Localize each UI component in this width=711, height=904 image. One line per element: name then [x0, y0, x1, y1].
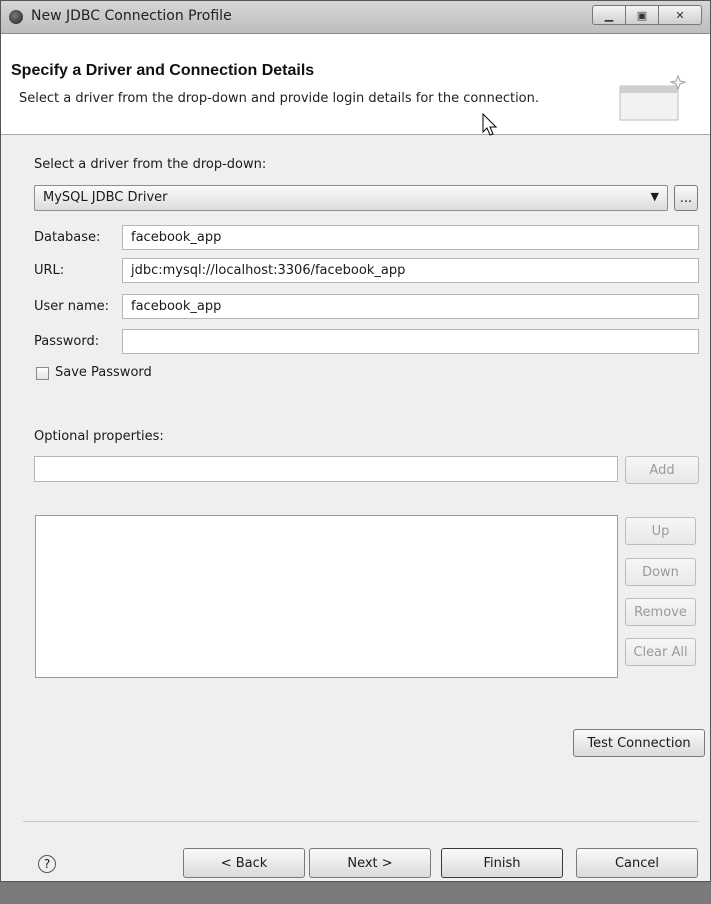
driver-select-label: Select a driver from the drop-down: [34, 157, 267, 172]
save-password-label[interactable]: Save Password [55, 365, 152, 380]
back-button[interactable]: < Back [183, 848, 305, 878]
properties-list[interactable] [35, 515, 618, 678]
username-label: User name: [34, 299, 110, 314]
driver-browse-button[interactable]: ... [674, 185, 698, 211]
banner-description: Select a driver from the drop-down and p… [19, 91, 539, 106]
finish-button[interactable]: Finish [441, 848, 563, 878]
wizard-graphic-icon [619, 74, 687, 121]
wizard-banner: Specify a Driver and Connection Details … [1, 34, 710, 136]
up-button[interactable]: Up [625, 517, 696, 545]
optional-property-input[interactable] [34, 456, 618, 482]
database-input[interactable]: facebook_app [122, 225, 699, 250]
url-input[interactable]: jdbc:mysql://localhost:3306/facebook_app [122, 258, 699, 283]
window-title: New JDBC Connection Profile [31, 8, 232, 24]
add-button[interactable]: Add [625, 456, 699, 484]
footer-separator [23, 821, 699, 822]
next-button[interactable]: Next > [309, 848, 431, 878]
background-window-strip [0, 882, 711, 904]
remove-button[interactable]: Remove [625, 598, 696, 626]
close-icon: ✕ [675, 8, 685, 22]
banner-title: Specify a Driver and Connection Details [11, 62, 315, 79]
password-input[interactable] [122, 329, 699, 354]
minimize-icon: ▁ [604, 8, 614, 22]
down-button[interactable]: Down [625, 558, 696, 586]
chevron-down-icon: ▼ [650, 190, 659, 203]
cancel-button[interactable]: Cancel [576, 848, 698, 878]
title-bar[interactable]: New JDBC Connection Profile ▁ ▣ ✕ [1, 1, 710, 34]
help-icon[interactable]: ? [38, 855, 56, 873]
test-connection-button[interactable]: Test Connection [573, 729, 705, 757]
close-button[interactable]: ✕ [658, 5, 702, 25]
optional-properties-label: Optional properties: [34, 429, 164, 444]
maximize-icon: ▣ [636, 8, 648, 22]
minimize-button[interactable]: ▁ [592, 5, 626, 25]
driver-dropdown-value: MySQL JDBC Driver [43, 190, 168, 205]
dialog-window: New JDBC Connection Profile ▁ ▣ ✕ Specif… [0, 0, 711, 882]
url-label: URL: [34, 263, 65, 278]
password-label: Password: [34, 334, 100, 349]
maximize-button[interactable]: ▣ [625, 5, 659, 25]
driver-dropdown[interactable]: MySQL JDBC Driver ▼ [34, 185, 668, 211]
window-controls: ▁ ▣ ✕ [592, 5, 702, 25]
save-password-checkbox[interactable] [36, 367, 49, 380]
username-input[interactable]: facebook_app [122, 294, 699, 319]
eclipse-icon [9, 10, 23, 24]
database-label: Database: [34, 230, 101, 245]
clear-all-button[interactable]: Clear All [625, 638, 696, 666]
mouse-cursor-icon [482, 113, 498, 136]
